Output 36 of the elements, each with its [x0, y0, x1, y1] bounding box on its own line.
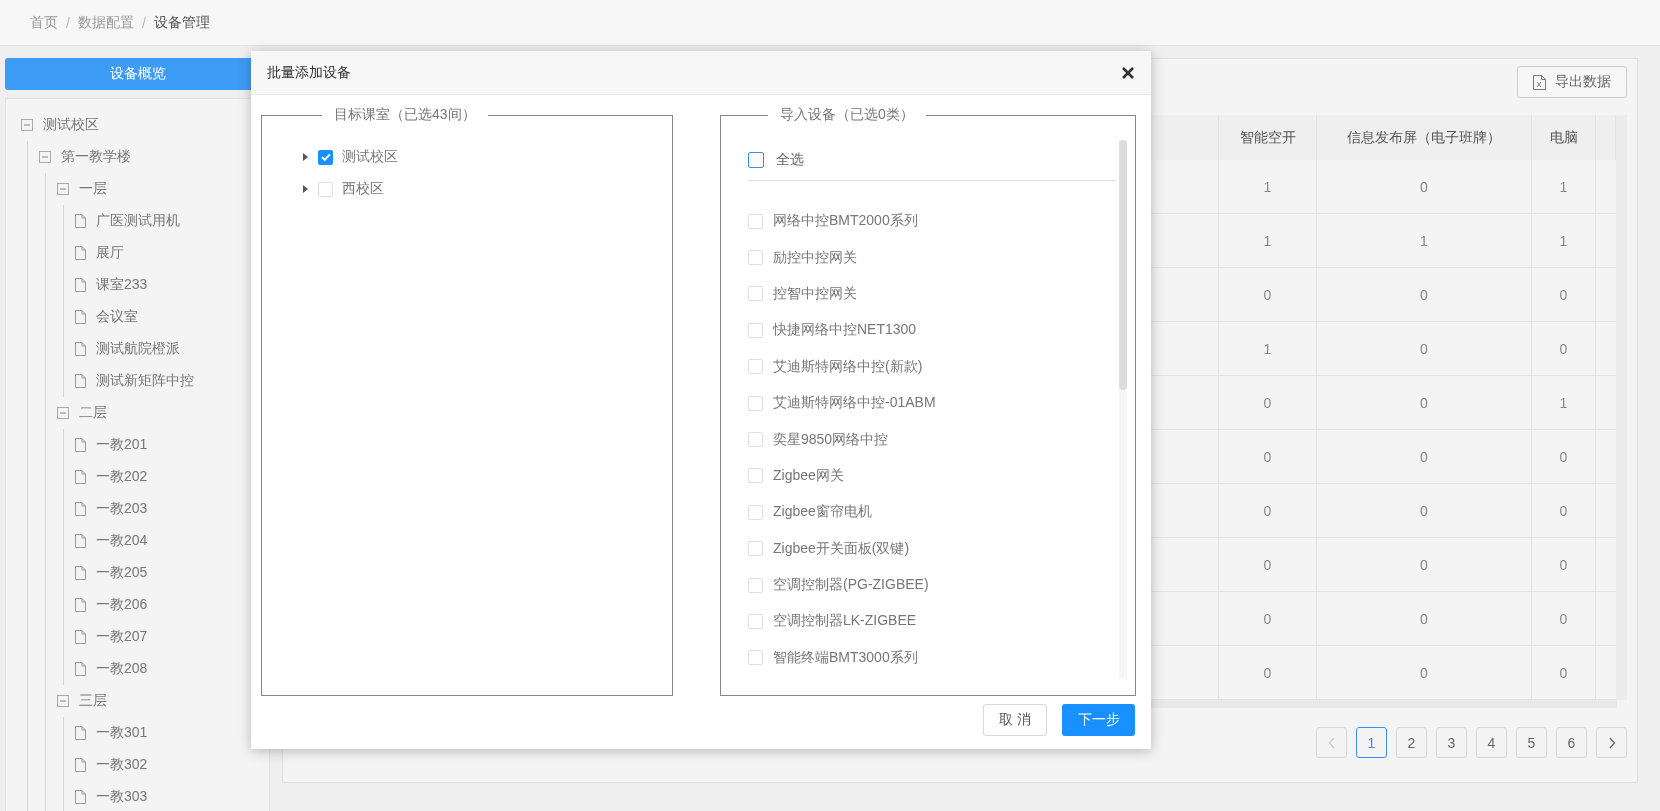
- table-cell: 1: [1219, 160, 1317, 214]
- table-cell: 0: [1532, 322, 1596, 376]
- group-title: 导入设备（已选0类）: [779, 106, 915, 124]
- table-cell: 0: [1532, 268, 1596, 322]
- table-cell: 1: [1219, 214, 1317, 268]
- breadcrumb-separator: /: [66, 14, 70, 31]
- table-cell: 0: [1317, 430, 1532, 484]
- group-title: 目标课室（已选43间）: [333, 106, 477, 124]
- table-cell: 0: [1532, 430, 1596, 484]
- table-cell: 0: [1532, 484, 1596, 538]
- table-cell: 1: [1532, 214, 1596, 268]
- table-cell: 0: [1317, 160, 1532, 214]
- table-cell: 0: [1219, 592, 1317, 646]
- breadcrumb-separator: /: [141, 14, 146, 31]
- table-cell: 1: [1532, 376, 1596, 430]
- table-cell: 0: [1219, 268, 1317, 322]
- table-cell: 0: [1317, 538, 1532, 592]
- table-cell: 1: [1219, 322, 1317, 376]
- table-cell: 1: [1317, 214, 1532, 268]
- table-cell: 0: [1219, 538, 1317, 592]
- table-cell: 0: [1532, 592, 1596, 646]
- table-cell: 0: [1317, 376, 1532, 430]
- column-header: 信息发布屏（电子班牌）: [1317, 115, 1532, 160]
- table-cell: 0: [1219, 430, 1317, 484]
- breadcrumb-current: 设备管理: [153, 13, 210, 32]
- table-cell: 0: [1317, 268, 1532, 322]
- table-cell: 0: [1532, 538, 1596, 592]
- table-cell: 0: [1317, 592, 1532, 646]
- table-cell: 0: [1219, 484, 1317, 538]
- table-cell: 0: [1219, 376, 1317, 430]
- table-cell: 1: [1532, 160, 1596, 214]
- dialog-title: 批量添加设备: [267, 63, 351, 82]
- table-cell: 0: [1317, 322, 1532, 376]
- column-header: 智能空开: [1219, 115, 1317, 160]
- column-header: 电脑: [1532, 115, 1596, 160]
- table-cell: 0: [1317, 484, 1532, 538]
